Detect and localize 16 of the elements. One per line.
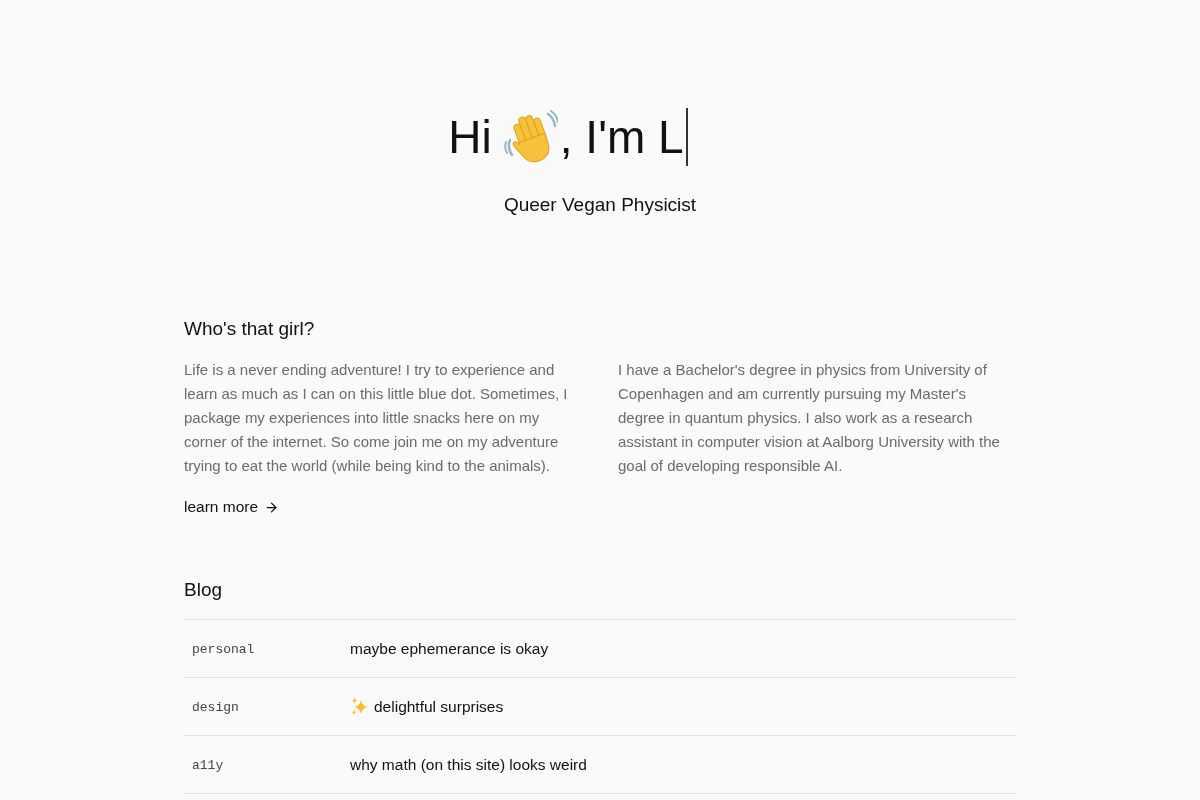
section-heading: Blog <box>184 578 223 602</box>
name-text: , I'm L <box>559 110 684 165</box>
waving-hand-icon <box>503 110 558 164</box>
post-tag: personal <box>192 637 350 660</box>
about-paragraph: I have a Bachelor's degree in physics from University of Copenhagen and am currently pursuing my Master's degree in quantum physics. I also work as a research assistant in computer vision at Aalborg University with the goal of developing responsible AI. <box>618 360 1001 476</box>
post-link[interactable]: why math (on this site) looks weird <box>350 752 587 777</box>
learn-more-link[interactable]: learn more <box>184 495 280 519</box>
post-link[interactable]: delightful surprises <box>350 694 504 719</box>
subtitle: Queer Vegan Physicist <box>503 193 697 217</box>
section-heading: Who's that girl? <box>184 317 315 341</box>
arrow-right-icon <box>264 499 280 515</box>
post-tag: design <box>192 695 350 718</box>
post-link[interactable]: maybe ephemerance is okay <box>350 636 549 661</box>
post-tag: a11y <box>192 753 350 776</box>
greeting-text: Hi <box>448 110 492 165</box>
about-paragraph: Life is a never ending adventure! I try to experience and learn as much as I can on this little blue dot. Sometimes, I package my experiences into little snacks here on my corner of the internet. So come join me on my adventure trying to eat the world (while being kind to the animals). <box>184 360 569 476</box>
